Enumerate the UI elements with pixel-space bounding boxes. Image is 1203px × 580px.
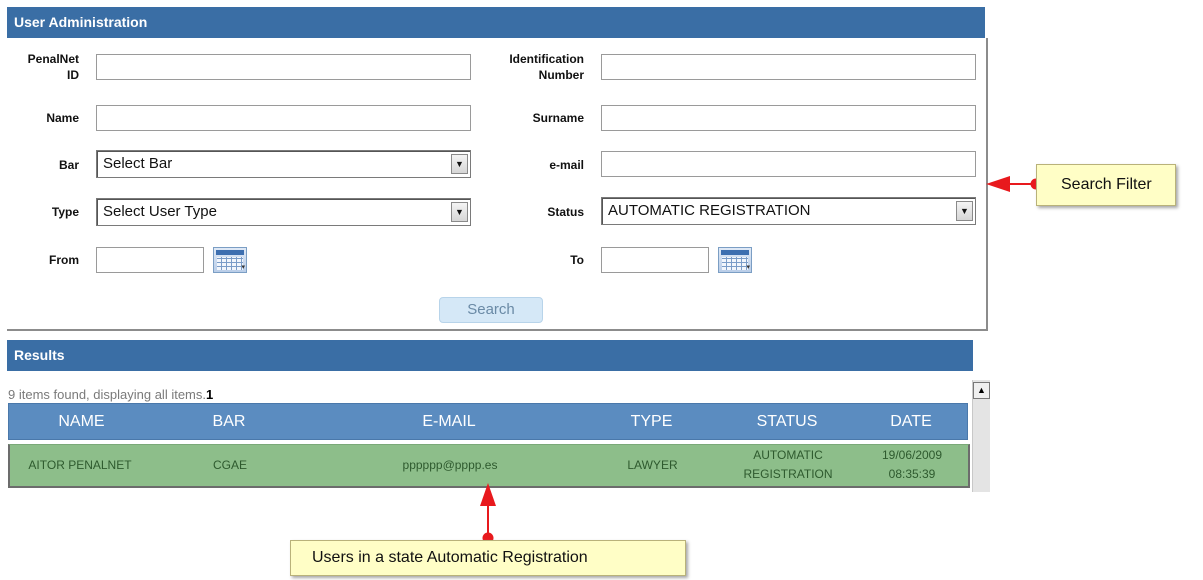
bar-select[interactable]: Select Bar ▼ <box>96 150 471 178</box>
user-type-select[interactable]: Select User Type ▼ <box>96 198 471 226</box>
identification-number-label-line2: Number <box>538 68 584 82</box>
name-label: Name <box>46 111 79 125</box>
identification-number-input[interactable] <box>601 54 976 80</box>
calendar-icon[interactable]: ▾ <box>718 247 752 273</box>
cell-date-line1: 19/06/2009 <box>881 448 943 462</box>
status-select[interactable]: AUTOMATIC REGISTRATION ▼ <box>601 197 976 225</box>
column-header-date[interactable]: DATE <box>877 413 945 431</box>
penalnet-id-label-line1: PenalNet <box>27 52 79 66</box>
cell-date: 19/06/2009 08:35:39 <box>872 446 952 484</box>
cell-date-line2: 08:35:39 <box>888 467 936 481</box>
to-date-input[interactable] <box>601 247 709 273</box>
calendar-icon[interactable]: ▾ <box>213 247 247 273</box>
penalnet-id-input[interactable] <box>96 54 471 80</box>
table-header-row: NAME BAR E-MAIL TYPE STATUS DATE <box>8 403 968 440</box>
column-header-status[interactable]: STATUS <box>741 413 833 431</box>
search-filter-panel: PenalNet ID Identification Number Name S… <box>7 38 988 331</box>
results-scrollbar[interactable]: ▲ <box>972 380 990 492</box>
cell-type: LAWYER <box>627 458 678 472</box>
results-summary-text: 9 items found, displaying all items. <box>8 387 206 402</box>
chevron-down-icon[interactable]: ▼ <box>956 201 973 221</box>
from-label: From <box>49 253 79 267</box>
identification-number-label-line1: Identification <box>509 52 584 66</box>
cell-status-line2: REGISTRATION <box>743 467 833 481</box>
type-label: Type <box>51 205 79 219</box>
cell-status-line1: AUTOMATIC <box>753 448 823 462</box>
penalnet-id-label-line2: ID <box>67 68 79 82</box>
bar-label: Bar <box>58 158 79 172</box>
email-input[interactable] <box>601 151 976 177</box>
column-header-type[interactable]: TYPE <box>614 413 689 431</box>
column-header-email[interactable]: E-MAIL <box>389 413 509 431</box>
user-administration-screen: User Administration PenalNet ID Identifi… <box>0 0 1203 580</box>
status-label: Status <box>547 205 584 219</box>
search-filter-callout: Search Filter <box>1036 164 1176 206</box>
penalnet-id-label: PenalNet ID <box>9 51 79 83</box>
column-header-bar[interactable]: BAR <box>199 413 259 431</box>
column-header-name[interactable]: NAME <box>29 413 134 431</box>
status-select-value: AUTOMATIC REGISTRATION <box>608 202 811 219</box>
surname-input[interactable] <box>601 105 976 131</box>
cell-email: pppppp@pppp.es <box>402 458 498 472</box>
name-input[interactable] <box>96 105 471 131</box>
cell-name: AITOR PENALNET <box>28 458 132 472</box>
scroll-up-arrow-icon[interactable]: ▲ <box>973 382 990 399</box>
to-label: To <box>570 253 584 267</box>
bar-select-value: Select Bar <box>103 155 173 172</box>
search-button[interactable]: Search <box>439 297 543 323</box>
user-type-select-value: Select User Type <box>103 203 217 220</box>
cell-status: AUTOMATIC REGISTRATION <box>728 446 848 484</box>
cell-bar: CGAE <box>212 458 247 472</box>
surname-label: Surname <box>532 111 584 125</box>
automatic-registration-callout: Users in a state Automatic Registration <box>290 540 686 576</box>
from-date-input[interactable] <box>96 247 204 273</box>
user-administration-header: User Administration <box>7 7 985 38</box>
results-header: Results <box>7 340 973 371</box>
table-row[interactable]: AITOR PENALNET CGAE pppppp@pppp.es LAWYE… <box>8 444 970 488</box>
page-number-link[interactable]: 1 <box>206 387 213 402</box>
results-summary: 9 items found, displaying all items.1 <box>8 387 213 402</box>
email-label: e-mail <box>549 158 584 172</box>
identification-number-label: Identification Number <box>464 51 584 83</box>
